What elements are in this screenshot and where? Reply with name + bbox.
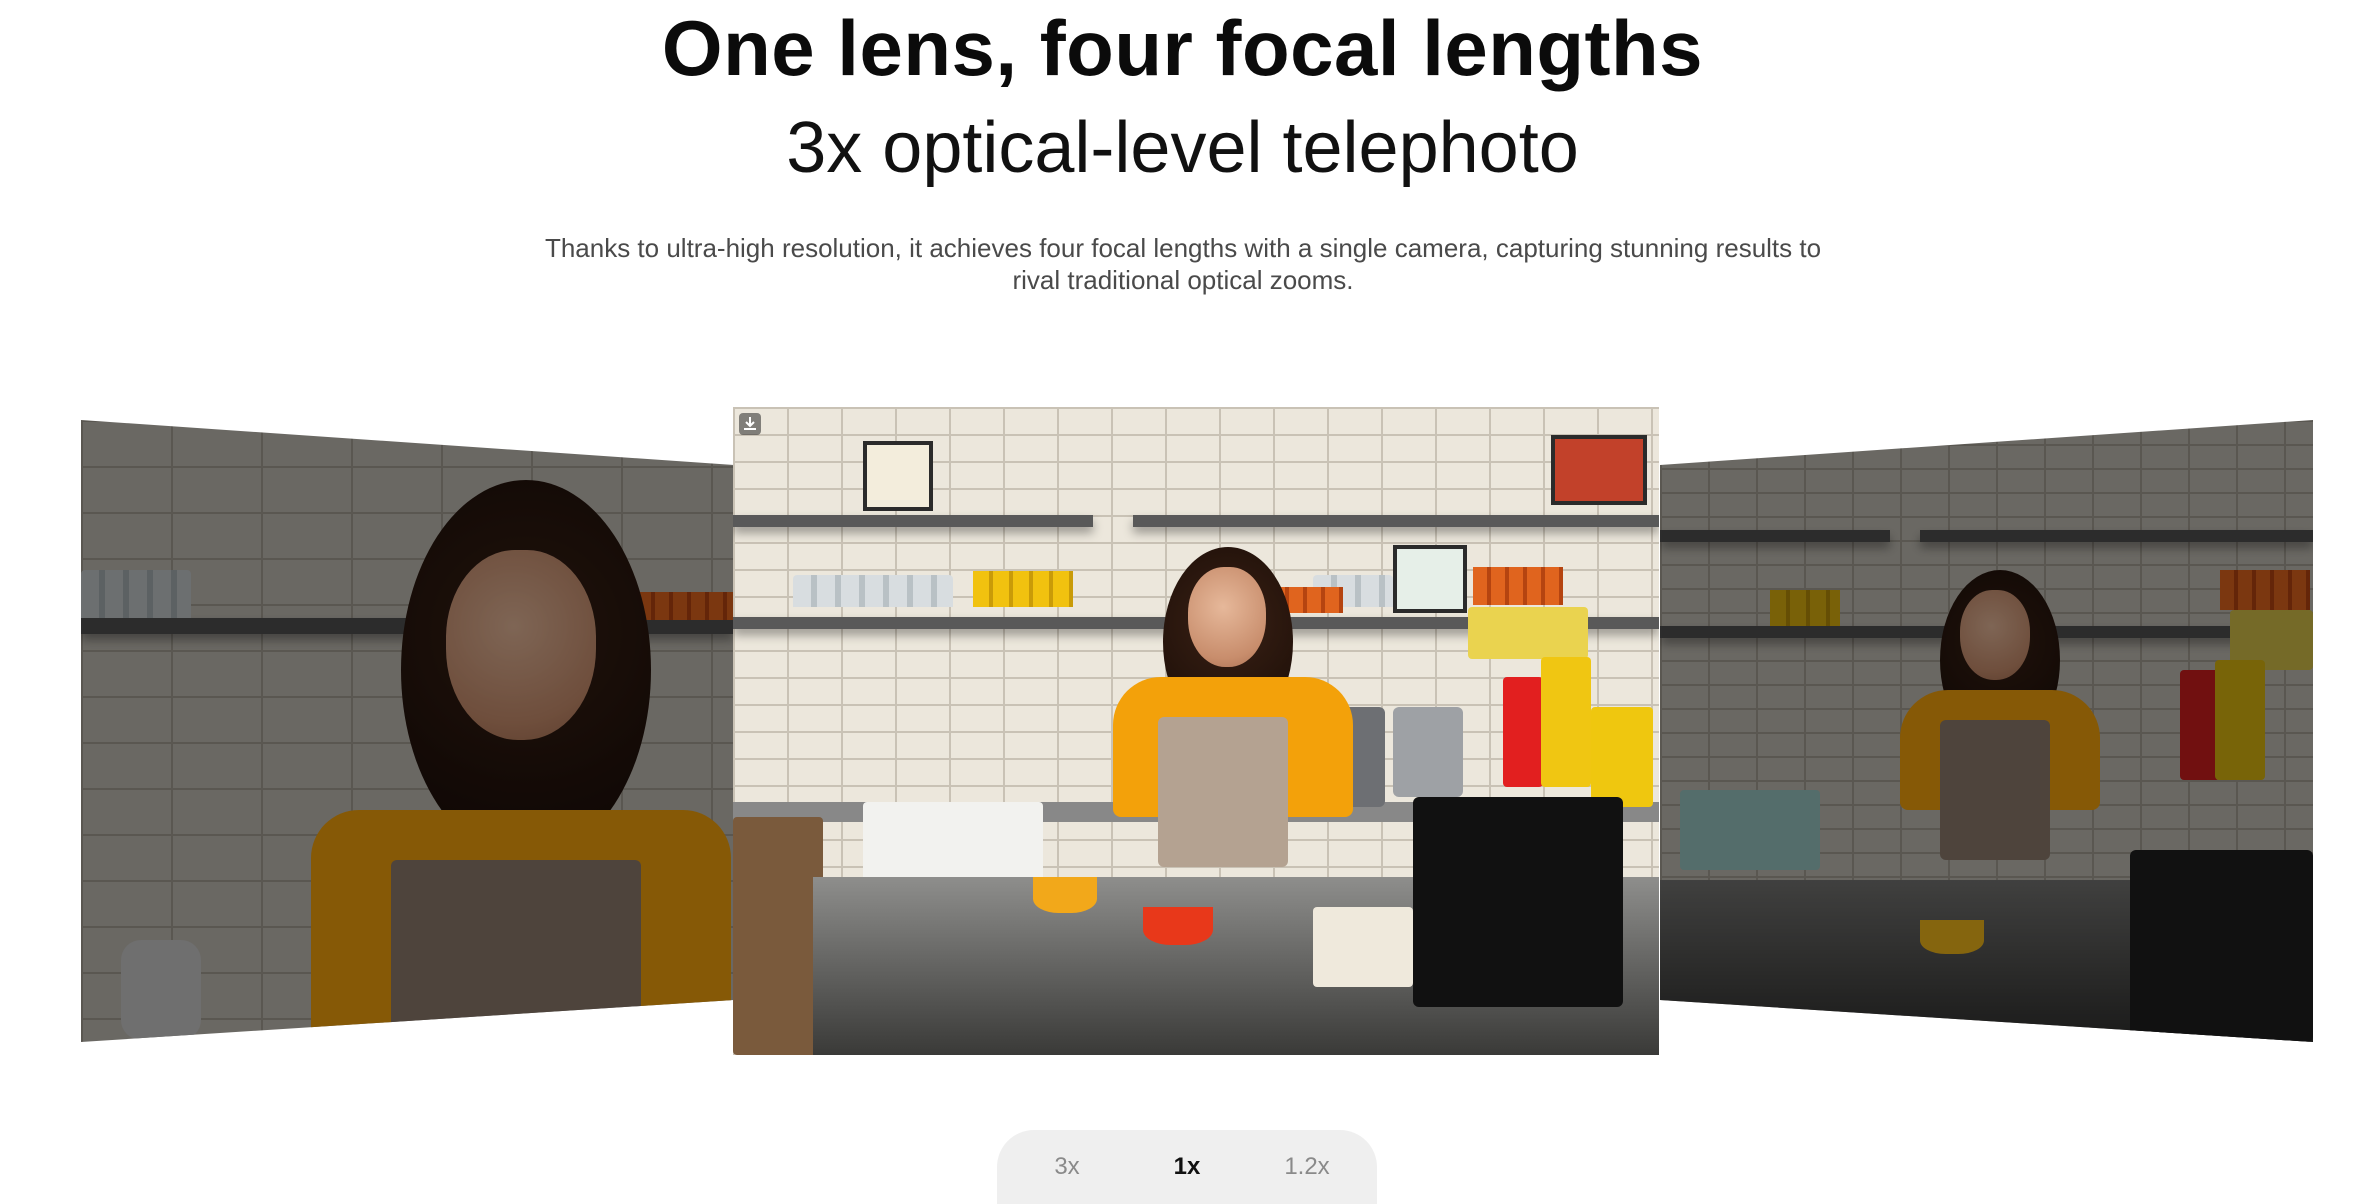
carousel-panel-right[interactable]	[1660, 420, 2313, 1042]
page-subtitle: 3x optical-level telephoto	[786, 108, 1579, 188]
zoom-option-1x[interactable]: 1x	[1127, 1130, 1247, 1204]
page-description: Thanks to ultra-high resolution, it achi…	[544, 233, 1822, 295]
carousel-panel-left[interactable]	[81, 420, 734, 1042]
carousel-panel-center[interactable]	[733, 407, 1659, 1055]
zoom-option-1.2x[interactable]: 1.2x	[1247, 1130, 1367, 1204]
framed-art-icon	[1551, 435, 1647, 505]
zoom-option-3x[interactable]: 3x	[1007, 1130, 1127, 1204]
zoom-selector: 3x 1x 1.2x	[997, 1130, 1377, 1204]
page-title: One lens, four focal lengths	[661, 4, 1704, 92]
poster-icon	[1393, 545, 1467, 613]
download-icon[interactable]	[739, 413, 761, 435]
image-carousel[interactable]	[0, 400, 2365, 1080]
plant-picture-icon	[863, 441, 933, 511]
